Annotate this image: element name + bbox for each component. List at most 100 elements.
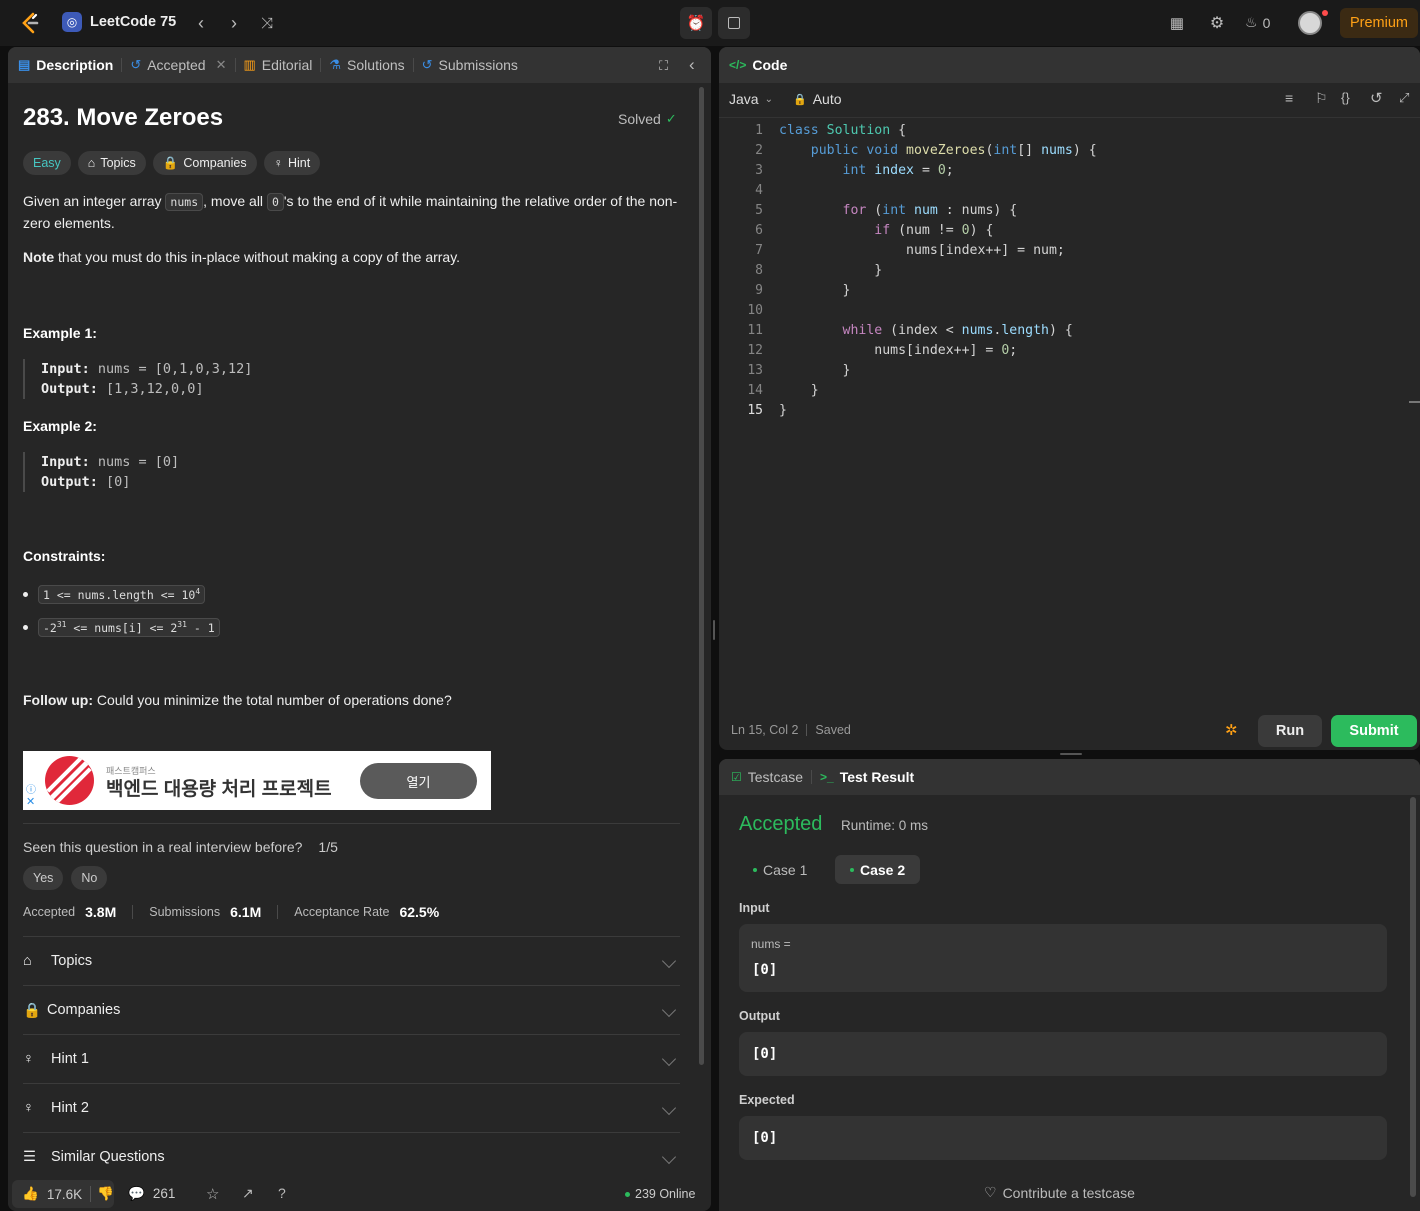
inline-code: nums [165, 193, 204, 211]
expand-icon[interactable]: ⤢ [1399, 90, 1409, 106]
close-tab-icon[interactable]: ✕ [216, 57, 227, 73]
debugger-icon[interactable]: ✲ [1225, 721, 1238, 739]
accordion-topics[interactable]: ⌂ Topics [23, 936, 680, 985]
tab-code-label: Code [752, 57, 788, 73]
tab-solutions[interactable]: ⚗ Solutions [323, 47, 410, 83]
note-text: that you must do this in-place without m… [54, 249, 461, 265]
submit-button[interactable]: Submit [1331, 715, 1417, 747]
tab-divider [811, 770, 813, 784]
fullscreen-icon[interactable]: ⛶ [659, 58, 668, 74]
star-icon[interactable]: ☆ [206, 1185, 219, 1203]
case-2-tab[interactable]: Case 2 [835, 855, 921, 884]
study-plan-link[interactable]: ◎ LeetCode 75 [62, 12, 176, 32]
ad-banner[interactable]: 패스트캠퍼스 백엔드 대용량 처리 프로젝트 열기 ⓘ ✕ [23, 751, 491, 810]
code-token: (num != [898, 223, 962, 238]
braces-icon[interactable]: {} [1341, 90, 1350, 105]
help-icon[interactable]: ? [278, 1185, 286, 1201]
case-1-label: Case 1 [763, 861, 808, 878]
input-value: nums = [0,1,0,3,12] [89, 361, 253, 377]
saved-status: Saved [815, 723, 851, 737]
thumbs-up-icon[interactable]: 👍 [22, 1186, 39, 1202]
history-icon: ↺ [421, 57, 433, 72]
ad-open-button[interactable]: 열기 [360, 763, 477, 799]
code-token: nums[index++] = num; [779, 243, 1065, 258]
input-var-name: nums = [751, 937, 791, 951]
status-dot-icon [753, 867, 757, 872]
interview-count: 1/5 [318, 839, 338, 855]
language-select[interactable]: Java ⌄ [729, 91, 773, 107]
list-tree-icon: ☰ [23, 1149, 36, 1165]
code-token: if [874, 223, 899, 238]
problem-tags: Easy ⌂ Topics 🔒 Companies ♀ Hint [23, 151, 321, 175]
code-line: for (int num : nums) { [779, 201, 1018, 221]
shuffle-icon[interactable]: ⤨ [255, 11, 279, 35]
vertical-resize-handle[interactable] [713, 620, 715, 640]
thumbs-down-icon[interactable]: 👎 [97, 1186, 114, 1202]
layout-grid-icon[interactable]: ▦ [1165, 11, 1189, 35]
online-dot-icon [625, 1191, 630, 1197]
auto-mode[interactable]: 🔒 Auto [793, 91, 842, 107]
accordion-hint-1[interactable]: ♀ Hint 1 [23, 1034, 680, 1083]
collapse-panel-icon[interactable]: ‹ [689, 55, 695, 75]
avatar[interactable] [1298, 11, 1322, 35]
chevron-down-icon [661, 1002, 677, 1018]
constraint-text: -2 [43, 620, 57, 635]
lock-icon: 🔒 [23, 1002, 42, 1019]
tab-description[interactable]: ▤ Description [8, 47, 119, 83]
leetcode-logo-icon[interactable] [18, 11, 42, 35]
tab-accepted[interactable]: ↺ Accepted ✕ [124, 47, 232, 83]
code-line: nums[index++] = num; [779, 241, 1065, 261]
tab-submissions[interactable]: ↺ Submissions [416, 47, 524, 83]
code-line: if (num != 0) { [779, 221, 993, 241]
code-token: num [914, 203, 938, 218]
yes-button[interactable]: Yes [23, 866, 64, 890]
comments-button[interactable]: 💬 261 [128, 1186, 175, 1202]
premium-button[interactable]: Premium [1340, 8, 1418, 38]
format-icon[interactable]: ≡ [1285, 90, 1293, 106]
code-token: ) { [1049, 323, 1073, 338]
case-1-tab[interactable]: Case 1 [741, 855, 819, 884]
tab-test-result[interactable]: >_ Test Result [814, 759, 920, 795]
reset-icon[interactable]: ↺ [1370, 89, 1383, 107]
settings-gear-icon[interactable]: ⚙ [1205, 11, 1229, 35]
no-button[interactable]: No [71, 866, 108, 890]
line-number: 15 [747, 403, 763, 418]
companies-pill[interactable]: 🔒 Companies [152, 151, 257, 175]
divider [23, 823, 680, 824]
share-icon[interactable]: ↗ [242, 1185, 254, 1202]
accordion-label: Similar Questions [51, 1149, 165, 1165]
accordion-similar-questions[interactable]: ☰ Similar Questions [23, 1132, 680, 1181]
result-scrollbar[interactable] [1410, 797, 1416, 1197]
bookmark-icon[interactable]: ⚐ [1315, 90, 1328, 107]
input-label: Input: [41, 454, 90, 470]
accordion-hint-2[interactable]: ♀ Hint 2 [23, 1083, 680, 1132]
accordion-companies[interactable]: 🔒 Companies [23, 985, 680, 1034]
run-button[interactable]: Run [1258, 715, 1322, 747]
problem-title[interactable]: 283. Move Zeroes [23, 104, 223, 132]
tab-testcase[interactable]: ☑ Testcase [719, 759, 809, 795]
mode-label: Auto [812, 91, 842, 107]
online-count-text: 239 Online [635, 1187, 696, 1201]
horizontal-resize-handle[interactable] [1060, 753, 1082, 755]
input-label: Input [739, 901, 770, 915]
heart-icon: ♡ [984, 1184, 997, 1200]
next-problem-icon[interactable]: › [222, 11, 246, 35]
timer-icon[interactable]: ⏰ [680, 7, 712, 39]
code-line: class Solution { [779, 121, 906, 141]
description-scrollbar[interactable] [699, 87, 704, 1065]
input-value: nums = [0] [89, 454, 180, 470]
topics-pill[interactable]: ⌂ Topics [77, 151, 146, 175]
streak-counter[interactable]: ♨ 0 [1245, 14, 1270, 31]
hint-pill[interactable]: ♀ Hint [263, 151, 321, 175]
editor-scroll-marker [1409, 401, 1420, 403]
tab-editorial[interactable]: ▥ Editorial [238, 47, 319, 83]
contribute-testcase-link[interactable]: ♡ Contribute a testcase [984, 1184, 1135, 1201]
notes-icon[interactable] [718, 7, 750, 39]
top-bar: ◎ LeetCode 75 ‹ › ⤨ ⏰ ▦ ⚙ ♨ 0 Premium [0, 0, 1420, 46]
code-token: } [779, 283, 851, 298]
prev-problem-icon[interactable]: ‹ [189, 11, 213, 35]
tab-code[interactable]: </> Code [719, 47, 793, 83]
online-count: 239 Online [625, 1187, 695, 1201]
ad-close-icon[interactable]: ✕ [26, 795, 35, 808]
ad-info-icon[interactable]: ⓘ [26, 781, 36, 796]
